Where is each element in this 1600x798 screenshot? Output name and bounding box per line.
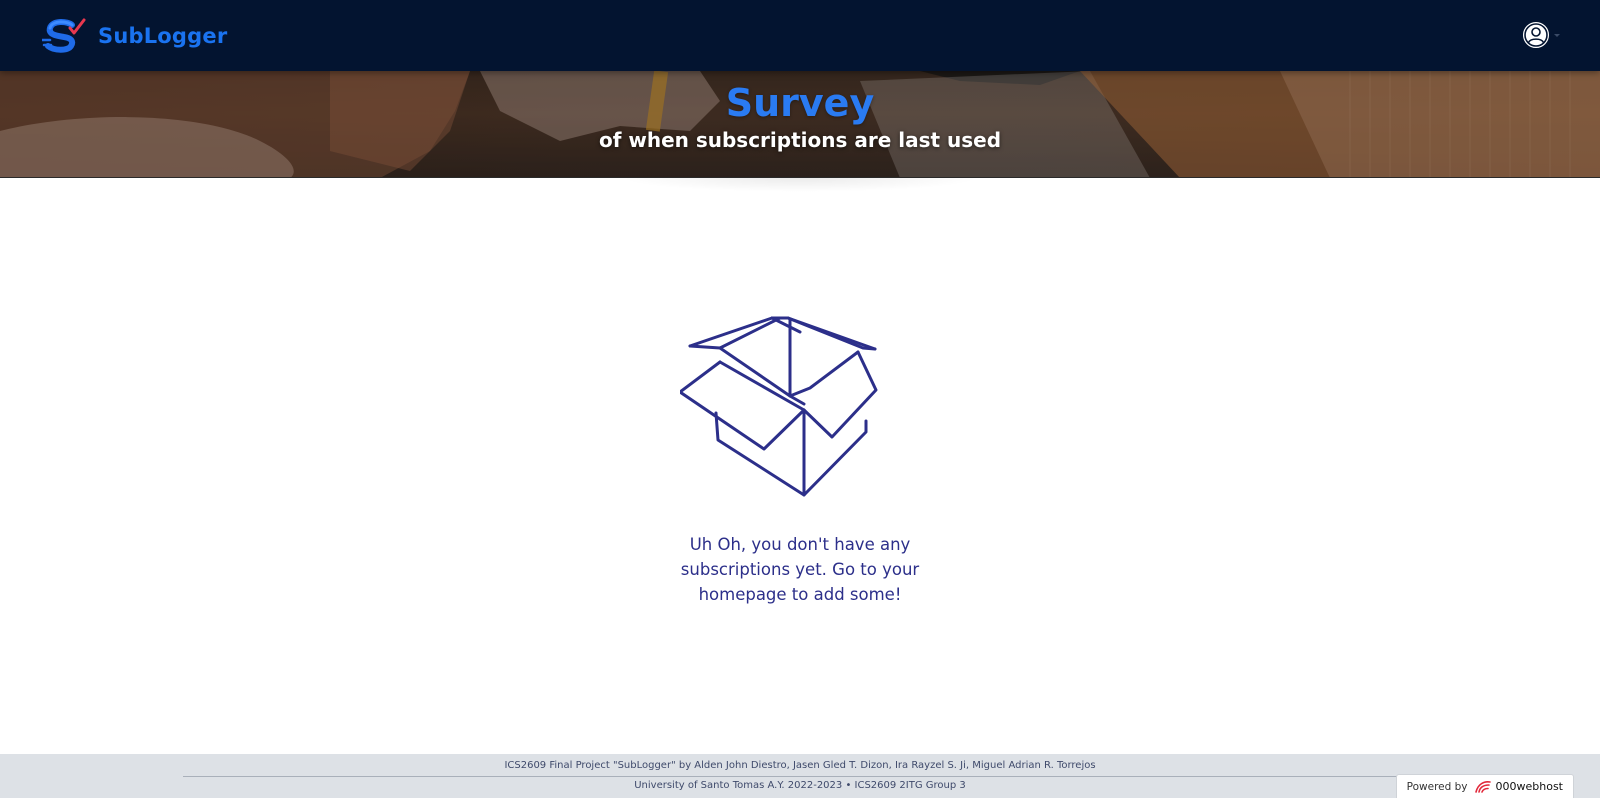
- hero-shadow: [620, 178, 980, 192]
- user-circle-icon: [1523, 22, 1549, 48]
- footer: ICS2609 Final Project "SubLogger" by Ald…: [0, 754, 1600, 798]
- empty-state-message: Uh Oh, you don't have any subscriptions …: [680, 535, 920, 604]
- chevron-down-icon: [1554, 33, 1560, 37]
- 000webhost-logo-icon: [1474, 780, 1491, 793]
- user-menu-dropdown[interactable]: [1522, 21, 1560, 49]
- navbar: SubLogger: [0, 0, 1600, 71]
- page: SubLogger Survey of when subscriptions a…: [0, 0, 1600, 798]
- footer-divider: [183, 776, 1417, 777]
- hero-divider: [0, 177, 1600, 178]
- footer-university: University of Santo Tomas A.Y. 2022-2023…: [634, 780, 966, 791]
- page-subtitle: of when subscriptions are last used: [598, 128, 1002, 152]
- brand-name: SubLogger: [98, 24, 228, 48]
- sublogger-s-logo-icon: [42, 18, 86, 53]
- page-title: Survey: [725, 81, 875, 125]
- open-box-icon: [680, 316, 878, 497]
- powered-by-label: Powered by: [1406, 780, 1468, 793]
- empty-state: Uh Oh, you don't have any subscriptions …: [0, 300, 1600, 607]
- host-name: 000webhost: [1495, 780, 1564, 793]
- brand-link[interactable]: SubLogger: [42, 16, 227, 56]
- powered-by-badge[interactable]: Powered by 000webhost: [1395, 774, 1574, 798]
- footer-credits: ICS2609 Final Project "SubLogger" by Ald…: [504, 760, 1096, 771]
- hero-banner: Survey of when subscriptions are last us…: [0, 71, 1600, 178]
